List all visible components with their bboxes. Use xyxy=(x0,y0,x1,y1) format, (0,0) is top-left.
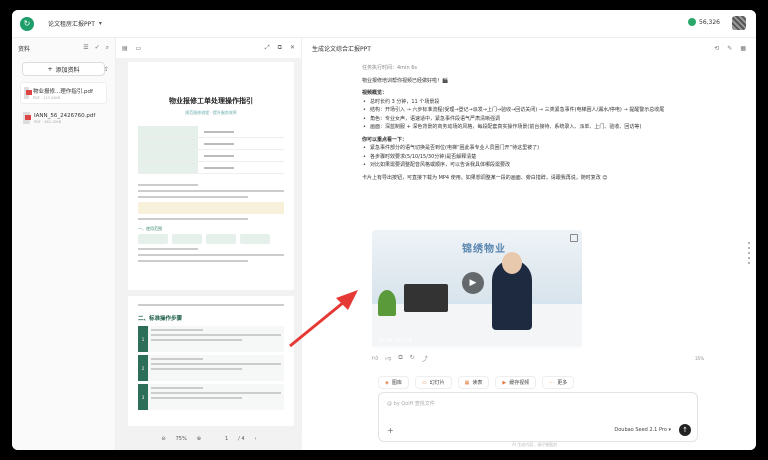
app-window: ↻ 论文租房汇报PPT ▾ 56,326 资料 ☰ ✓ ⌕ + 添加资料 ⇪ 物… xyxy=(12,10,756,450)
annotation-arrow xyxy=(289,290,358,348)
